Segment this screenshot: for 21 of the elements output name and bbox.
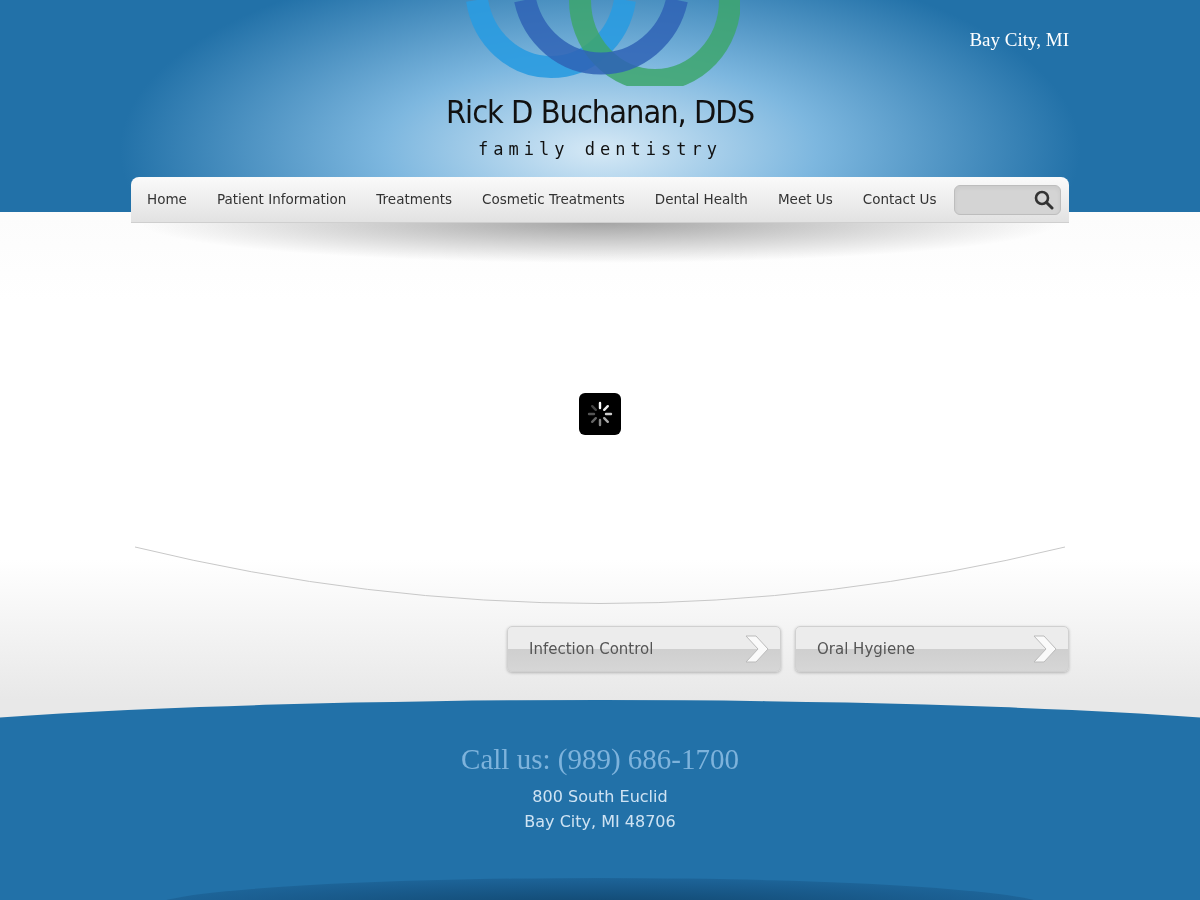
address-line: 800 South Euclid [532, 786, 668, 808]
chevron-right-icon [744, 635, 770, 663]
phone-number: Call us: (989) 686-1700 [461, 742, 739, 777]
nav-link[interactable]: Treatments [364, 189, 465, 210]
logo-icon [465, 0, 740, 86]
feature-link-button[interactable]: Oral Hygiene [795, 626, 1069, 672]
address-line: Bay City, MI 48706 [524, 811, 676, 833]
nav-link[interactable]: Contact Us [850, 189, 949, 210]
search-field[interactable] [954, 184, 1061, 215]
logo-title: Rick D Buchanan, DDS [444, 92, 756, 133]
location-text: Bay City, MI [969, 28, 1069, 52]
nav-link[interactable]: Home [135, 189, 199, 210]
chevron-right-icon [1032, 635, 1058, 663]
nav-link[interactable]: Dental Health [642, 189, 760, 210]
nav-link[interactable]: Meet Us [765, 189, 845, 210]
nav-link[interactable]: Cosmetic Treatments [470, 189, 637, 210]
logo-tagline: family dentistry [477, 138, 723, 161]
feature-link-button[interactable]: Infection Control [507, 626, 781, 672]
loading-spinner [579, 393, 621, 435]
search-icon[interactable] [1034, 189, 1054, 210]
nav-link[interactable]: Patient Information [204, 189, 359, 210]
